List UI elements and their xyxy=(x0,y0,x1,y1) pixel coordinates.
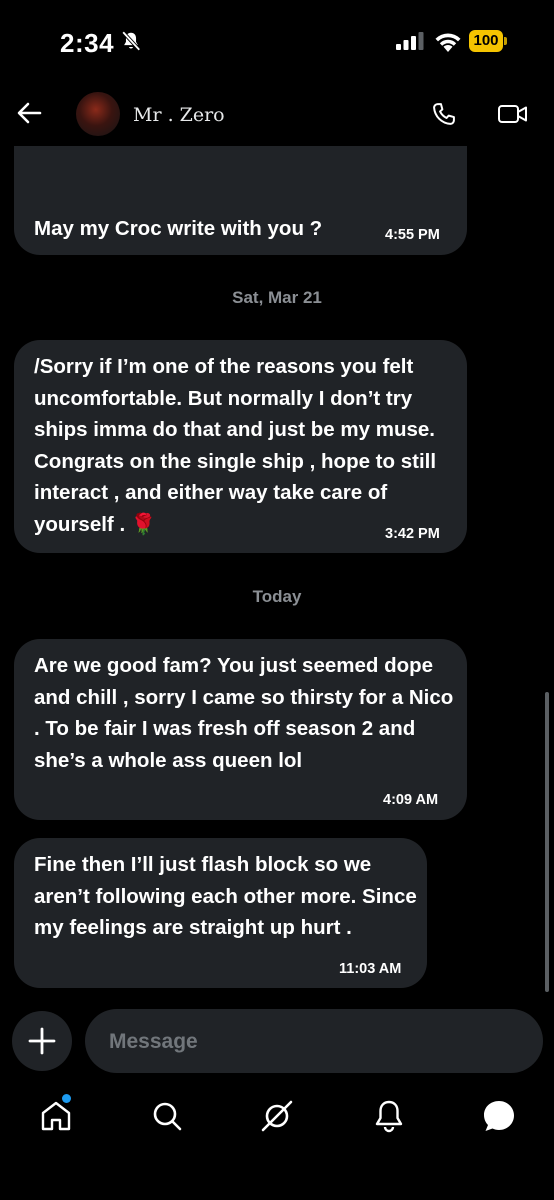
message-bubble[interactable]: Are we good fam? You just seemed dope an… xyxy=(14,639,467,820)
battery-icon: 100 xyxy=(469,30,509,52)
phone-icon[interactable] xyxy=(430,100,458,128)
message-text: Fine then I’ll just flash block so we ar… xyxy=(34,853,417,939)
back-arrow-icon[interactable] xyxy=(16,100,42,126)
message-bubble[interactable]: May my Croc write with you ? 4:55 PM xyxy=(14,146,467,255)
status-time: 2:34 xyxy=(60,28,115,58)
message-input-container[interactable] xyxy=(85,1009,543,1075)
date-separator: Sat, Mar 21 xyxy=(232,288,322,307)
signal-icon xyxy=(396,32,424,50)
battery-cap xyxy=(504,37,507,45)
contact-name[interactable]: Mr . Zero xyxy=(133,104,225,126)
grok-icon[interactable] xyxy=(257,1096,297,1136)
video-camera-icon[interactable] xyxy=(497,100,529,128)
message-time: 11:03 AM xyxy=(339,961,402,977)
notifications-icon[interactable] xyxy=(369,1096,409,1136)
conversation-header: Mr . Zero xyxy=(0,80,554,150)
add-attachment-button[interactable] xyxy=(12,1011,72,1071)
message-time: 4:55 PM xyxy=(385,227,440,243)
notification-dot xyxy=(62,1094,71,1103)
battery-level: 100 xyxy=(469,30,503,52)
message-text: May my Croc write with you ? xyxy=(34,217,323,240)
status-bar: 2:34 100 xyxy=(0,0,554,80)
message-text: /Sorry if I’m one of the reasons you fel… xyxy=(34,355,437,536)
message-text: Are we good fam? You just seemed dope an… xyxy=(34,654,454,772)
plus-icon xyxy=(28,1027,56,1055)
message-input[interactable] xyxy=(107,1009,511,1075)
avatar[interactable] xyxy=(76,92,120,136)
message-bubble[interactable]: /Sorry if I’m one of the reasons you fel… xyxy=(14,340,467,553)
bell-slash-icon xyxy=(121,31,141,51)
scrollbar[interactable] xyxy=(545,692,549,992)
wifi-icon xyxy=(435,33,461,52)
messages-icon[interactable] xyxy=(479,1096,519,1136)
message-time: 4:09 AM xyxy=(383,792,439,808)
message-bubble[interactable]: Fine then I’ll just flash block so we ar… xyxy=(14,838,427,988)
home-icon[interactable] xyxy=(36,1096,76,1136)
message-time: 3:42 PM xyxy=(385,526,440,542)
search-icon[interactable] xyxy=(147,1096,187,1136)
date-separator: Today xyxy=(252,587,302,606)
